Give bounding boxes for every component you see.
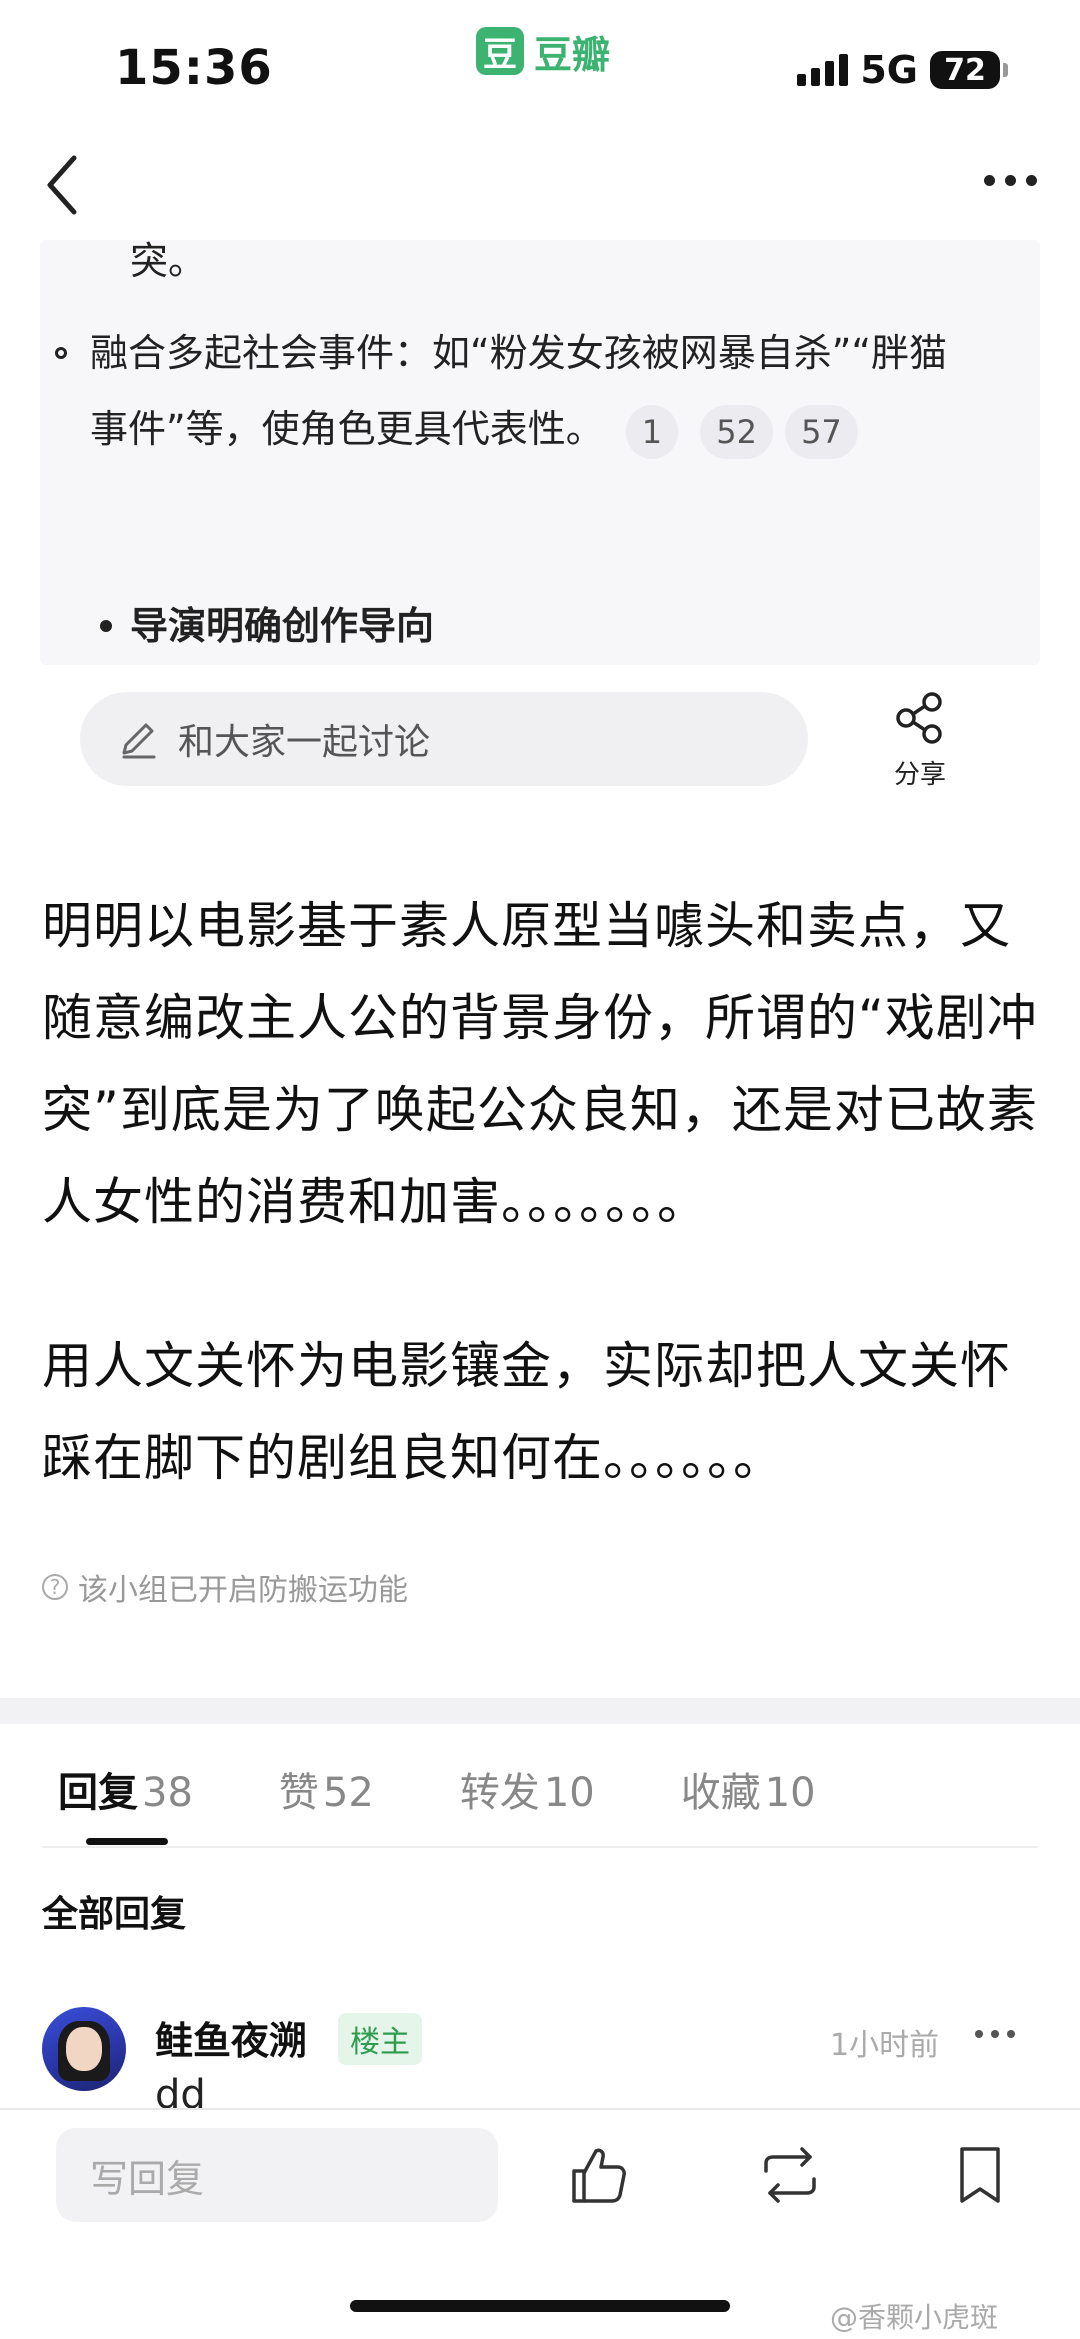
- tabs-divider: [42, 1846, 1038, 1848]
- anti-repost-notice: ? 该小组已开启防搬运功能: [42, 1565, 408, 1609]
- reference-chip[interactable]: 57: [785, 404, 858, 459]
- share-label: 分享: [893, 760, 946, 790]
- tab-count: 52: [322, 1770, 374, 1816]
- quoted-content-card: 突。 融合多起社会事件：如“粉发女孩被网暴自杀”“胖猫事件”等，使角色更具代表性…: [40, 240, 1040, 665]
- card-bullet-item: 导演明确创作导向: [100, 595, 435, 650]
- tab-count: 10: [764, 1770, 816, 1816]
- discuss-input[interactable]: 和大家一起讨论: [80, 692, 808, 786]
- app-indicator: 豆 豆瓣: [476, 26, 611, 77]
- notice-text: 该小组已开启防搬运功能: [78, 1573, 408, 1608]
- share-button[interactable]: 分享: [880, 690, 960, 791]
- solid-bullet-icon: [100, 620, 112, 632]
- share-icon: [896, 692, 942, 744]
- battery-level: 72: [944, 52, 986, 88]
- tab-replies[interactable]: 回复 38: [58, 1760, 193, 1820]
- back-button[interactable]: [40, 150, 90, 220]
- bookmark-icon: [960, 2147, 1000, 2203]
- pencil-icon: [122, 723, 156, 759]
- card-cut-text: 突。: [130, 240, 207, 283]
- comment-time: 1小时前: [830, 2028, 940, 2063]
- active-tab-indicator: [86, 1838, 168, 1845]
- reference-chip[interactable]: 1: [625, 404, 679, 459]
- card-bullet-item: 融合多起社会事件：如“粉发女孩被网暴自杀”“胖猫事件”等，使角色更具代表性。 1…: [55, 315, 970, 467]
- status-indicators: 5G 72: [797, 48, 1008, 92]
- avatar[interactable]: [42, 2007, 126, 2091]
- tab-label: 回复: [58, 1770, 138, 1816]
- battery-icon: 72: [930, 51, 1008, 89]
- interaction-tabs: 回复 38 赞 52 转发 10 收藏 10: [58, 1760, 902, 1820]
- repost-button[interactable]: [758, 2143, 818, 2207]
- comment-author[interactable]: 鲑鱼夜溯: [155, 2010, 307, 2065]
- post-paragraph: 用人文关怀为电影镶金，实际却把人文关怀踩在脚下的剧组良知何在。。。。。。: [42, 1337, 1011, 1487]
- question-icon: ?: [42, 1574, 68, 1600]
- post-paragraph: 明明以电影基于素人原型当噱头和卖点，又随意编改主人公的背景身份，所谓的“戏剧冲突…: [42, 897, 1038, 1231]
- discuss-placeholder: 和大家一起讨论: [178, 722, 431, 763]
- tab-label: 赞: [278, 1770, 319, 1816]
- tab-count: 10: [543, 1770, 595, 1816]
- bookmark-button[interactable]: [952, 2143, 1012, 2207]
- reply-placeholder: 写回复: [90, 2156, 205, 2201]
- tab-count: 38: [142, 1770, 193, 1816]
- thumbs-up-icon: [572, 2148, 626, 2203]
- owner-badge: 楼主: [338, 2013, 422, 2065]
- network-type: 5G: [860, 48, 918, 92]
- watermark: @香颗小虎斑: [830, 2301, 999, 2334]
- more-options-button[interactable]: [975, 160, 1045, 200]
- hollow-bullet-icon: [55, 347, 67, 359]
- reference-chip[interactable]: 52: [700, 404, 773, 459]
- bullet-heading: 导演明确创作导向: [130, 604, 435, 648]
- tab-label: 转发: [459, 1770, 540, 1816]
- signal-icon: [797, 54, 849, 86]
- home-indicator: [350, 2300, 730, 2312]
- section-divider: [0, 1698, 1080, 1724]
- tab-label: 收藏: [680, 1770, 761, 1816]
- app-name: 豆瓣: [534, 32, 611, 77]
- tab-reposts[interactable]: 转发 10: [460, 1760, 595, 1820]
- tab-likes[interactable]: 赞 52: [279, 1760, 374, 1820]
- tab-collections[interactable]: 收藏 10: [681, 1760, 816, 1820]
- like-button[interactable]: [568, 2143, 628, 2207]
- douban-logo-icon: 豆: [476, 27, 524, 75]
- chevron-left-icon: [47, 155, 77, 215]
- comment-more-button[interactable]: [975, 2030, 1015, 2038]
- reply-input[interactable]: 写回复: [56, 2128, 498, 2222]
- all-replies-heading: 全部回复: [42, 1894, 187, 1935]
- repost-icon: [764, 2147, 816, 2203]
- status-time: 15:36: [115, 40, 273, 96]
